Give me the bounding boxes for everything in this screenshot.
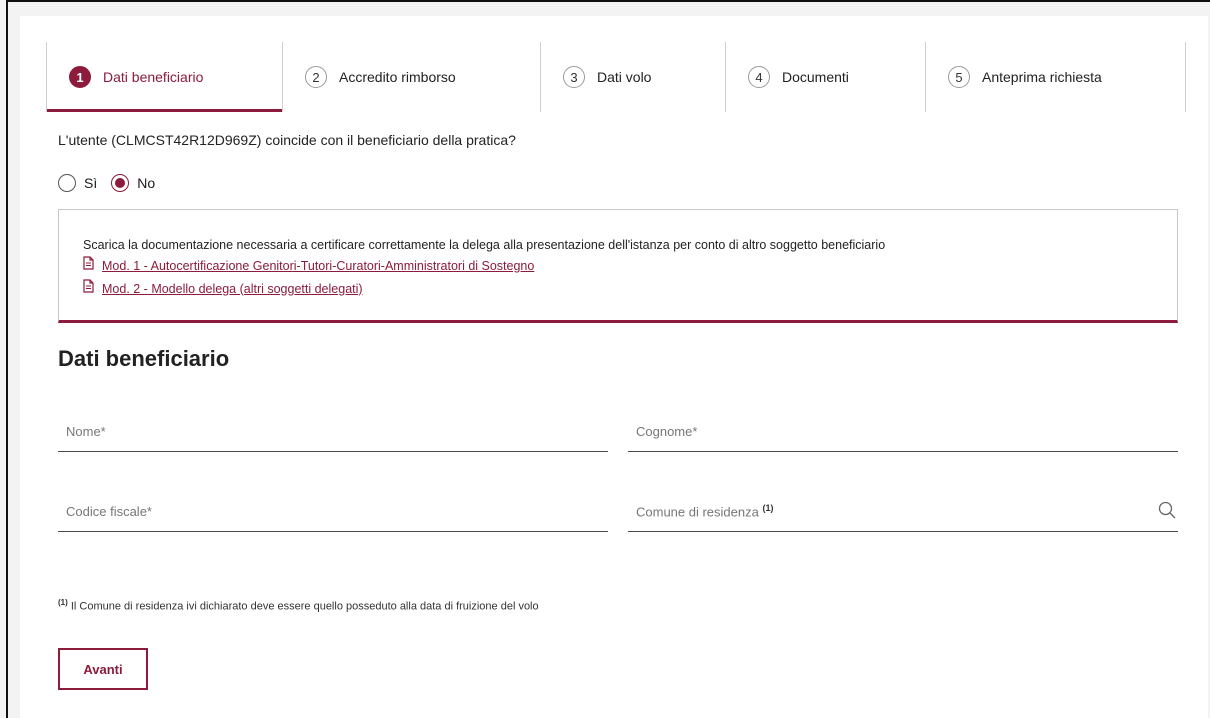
file-text-icon [83,256,94,275]
step-label: Dati volo [597,69,652,85]
radio-circle[interactable] [111,174,130,192]
radio-circle[interactable] [58,174,76,192]
residence-footnote: (1) Il Comune di residenza ivi dichiarat… [58,598,539,613]
cognome-input[interactable] [628,412,1178,451]
nome-input[interactable] [58,412,608,451]
radio-label: Sì [84,175,98,191]
step-label: Documenti [782,69,849,85]
delegation-notice: Scarica la documentazione necessaria a c… [58,209,1178,323]
comune-field: Comune di residenza (1) [628,492,1178,532]
step-label: Dati beneficiario [103,69,204,85]
doc-link-mod2: Mod. 2 - Modello delega (altri soggetti … [83,279,1153,298]
step-dati-volo[interactable]: 3 Dati volo [540,42,725,112]
step-number: 2 [305,66,327,88]
beneficiary-question: L'utente (CLMCST42R12D969Z) coincide con… [58,132,516,148]
footnote-text: Il Comune di residenza ivi dichiarato de… [70,600,539,613]
radio-no[interactable]: No [111,174,155,192]
step-label: Accredito rimborso [339,69,456,85]
codice-fiscale-field [58,492,608,532]
footnote-mark: (1) [58,598,68,607]
search-icon[interactable] [1158,501,1176,524]
notice-text: Scarica la documentazione necessaria a c… [83,238,886,252]
next-button[interactable]: Avanti [58,648,148,690]
step-documenti[interactable]: 4 Documenti [725,42,925,112]
doc-link-mod1: Mod. 1 - Autocertificazione Genitori-Tut… [83,256,1153,275]
step-number: 5 [948,66,970,88]
step-number: 3 [563,66,585,88]
radio-si[interactable]: Sì [58,174,97,192]
stepper: 1 Dati beneficiario 2 Accredito rimborso… [46,42,1186,112]
step-anteprima-richiesta[interactable]: 5 Anteprima richiesta [925,42,1186,112]
file-text-icon [83,279,94,298]
comune-input[interactable] [628,492,1178,531]
step-number: 4 [748,66,770,88]
step-accredito-rimborso[interactable]: 2 Accredito rimborso [282,42,540,112]
step-label: Anteprima richiesta [982,69,1102,85]
step-dati-beneficiario[interactable]: 1 Dati beneficiario [46,42,282,112]
window-frame: 1 Dati beneficiario 2 Accredito rimborso… [6,0,1210,718]
form-card: 1 Dati beneficiario 2 Accredito rimborso… [20,16,1208,718]
codice-fiscale-input[interactable] [58,492,608,531]
mod2-download-link[interactable]: Mod. 2 - Modello delega (altri soggetti … [102,282,363,296]
beneficiary-radio-group: Sì No [58,174,169,192]
radio-label: No [137,175,156,191]
section-title: Dati beneficiario [58,346,230,371]
nome-field [58,412,608,452]
mod1-download-link[interactable]: Mod. 1 - Autocertificazione Genitori-Tut… [102,259,534,273]
step-number: 1 [69,66,91,88]
cognome-field [628,412,1178,452]
